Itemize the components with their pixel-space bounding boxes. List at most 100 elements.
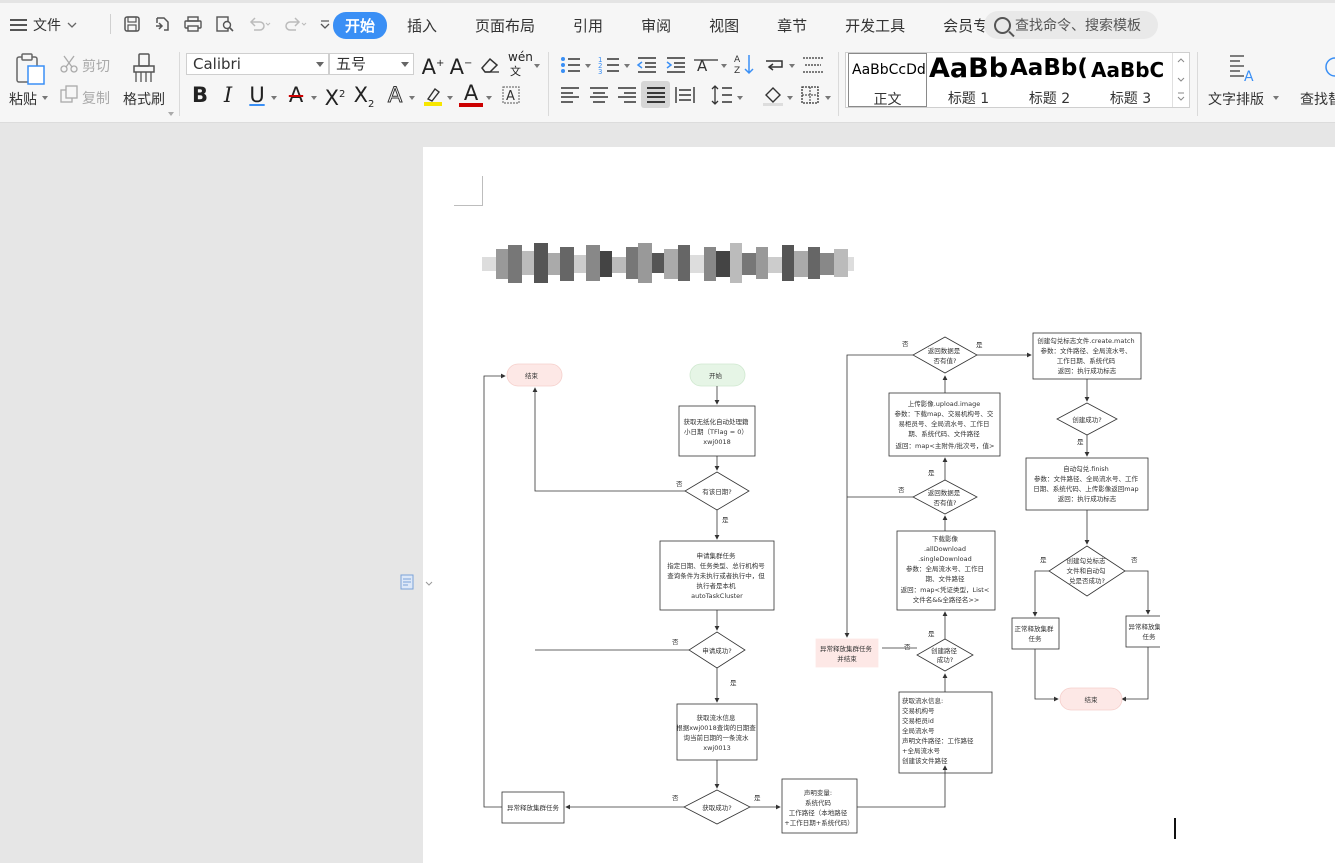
- font-name-select[interactable]: Calibri: [186, 53, 329, 75]
- yes-label: 是: [928, 469, 935, 477]
- end-terminal-label: 结束: [525, 371, 539, 380]
- find-replace-icon[interactable]: [1320, 54, 1335, 82]
- style-heading-1[interactable]: AaBb 标题 1: [929, 53, 1008, 107]
- format-painter-button[interactable]: 格式刷: [123, 89, 165, 109]
- cut-icon[interactable]: [59, 54, 79, 74]
- styles-scroll[interactable]: [1172, 53, 1189, 107]
- paste-icon[interactable]: [14, 52, 46, 86]
- font-size-select[interactable]: 五号: [329, 53, 414, 75]
- create-match-text: 创建勾兑标志文件.create.match 参数：文件路径、全局流水号、 工作日…: [1037, 336, 1136, 375]
- distribute-icon[interactable]: [674, 85, 696, 105]
- font-color-icon[interactable]: A: [459, 81, 483, 107]
- text-layout-button[interactable]: 文字排版: [1208, 89, 1264, 109]
- subscript-icon[interactable]: X2: [352, 83, 376, 117]
- undo-icon[interactable]: [247, 15, 271, 33]
- sort-icon[interactable]: AZ: [733, 52, 755, 76]
- svg-text:A: A: [506, 89, 515, 104]
- bullet-list-icon[interactable]: [559, 55, 583, 75]
- chevron-down-icon[interactable]: [486, 96, 492, 100]
- decrease-indent-icon[interactable]: [636, 55, 658, 75]
- shading-icon[interactable]: [761, 83, 785, 107]
- paragraph-mark-icon[interactable]: [400, 574, 414, 590]
- chevron-down-icon[interactable]: [42, 96, 48, 100]
- save-icon[interactable]: [123, 15, 141, 33]
- return-data-decision-2[interactable]: [912, 336, 978, 374]
- numbered-list-icon[interactable]: 123: [598, 55, 622, 75]
- highlight-icon[interactable]: [422, 85, 444, 107]
- command-search-input[interactable]: 查找命令、搜索模板: [984, 11, 1158, 39]
- superscript-icon[interactable]: X2: [323, 83, 347, 110]
- release-err-box[interactable]: [1125, 615, 1160, 648]
- shrink-font-icon[interactable]: A−: [449, 52, 473, 79]
- chevron-down-icon[interactable]: [409, 96, 415, 100]
- pinyin-guide-icon[interactable]: 文: [509, 65, 531, 77]
- chevron-down-icon[interactable]: [825, 96, 831, 100]
- tab-review[interactable]: 审阅: [641, 12, 671, 39]
- tab-references[interactable]: 引用: [573, 12, 603, 39]
- table-tab-icon[interactable]: [801, 55, 825, 75]
- window-tab-strip: [0, 0, 1335, 3]
- return-data-decision-1[interactable]: [912, 479, 978, 515]
- tab-page-layout[interactable]: 页面布局: [475, 12, 535, 39]
- customize-toolbar-icon[interactable]: [319, 15, 331, 33]
- create-path-decision[interactable]: [916, 638, 974, 672]
- tab-home[interactable]: 开始: [333, 12, 388, 39]
- declare-vars-text: 声明变量: 系统代码 工作路径（本地路径 +工作日期+系统代码）: [784, 788, 853, 827]
- release-ok-box[interactable]: [1011, 617, 1060, 650]
- find-replace-button[interactable]: 查找替: [1300, 89, 1335, 109]
- text-effect-icon[interactable]: A: [383, 83, 407, 108]
- copy-icon[interactable]: [59, 84, 79, 104]
- chevron-down-icon[interactable]: [737, 96, 743, 100]
- tab-insert[interactable]: 插入: [407, 12, 437, 39]
- chevron-down-icon[interactable]: [447, 96, 453, 100]
- redo-icon[interactable]: [283, 15, 307, 33]
- output-convert-icon[interactable]: [153, 15, 171, 33]
- chevron-down-icon[interactable]: [1273, 96, 1279, 100]
- borders-icon[interactable]: [800, 85, 820, 105]
- style-heading-3[interactable]: AaBbC 标题 3: [1091, 53, 1170, 107]
- chevron-down-icon[interactable]: [787, 96, 793, 100]
- copy-button[interactable]: 复制: [82, 88, 110, 108]
- bold-icon[interactable]: B: [188, 83, 212, 107]
- chevron-down-icon[interactable]: [585, 64, 591, 68]
- chevron-down-icon[interactable]: [721, 64, 727, 68]
- print-icon[interactable]: [183, 15, 203, 33]
- underline-icon[interactable]: U: [245, 83, 269, 107]
- italic-icon[interactable]: I: [216, 83, 240, 107]
- tab-section[interactable]: 章节: [777, 12, 807, 39]
- tab-view[interactable]: 视图: [709, 12, 739, 39]
- chevron-down-icon[interactable]: [534, 64, 540, 68]
- strikethrough-icon[interactable]: A: [284, 83, 308, 107]
- flowchart[interactable]: 结束 开始 获取无纸化自动处理籍 小日期（TFlag = 0） xwj0018 …: [480, 330, 1160, 840]
- justify-icon[interactable]: [645, 85, 667, 105]
- character-border-icon[interactable]: A: [501, 85, 521, 105]
- style-heading-2[interactable]: AaBb( 标题 2: [1010, 53, 1089, 107]
- chevron-down-icon[interactable]: [624, 64, 630, 68]
- chevron-down-icon: [316, 62, 324, 67]
- clipboard-expand-icon[interactable]: [168, 112, 174, 116]
- grow-font-icon[interactable]: A+: [421, 52, 445, 79]
- search-placeholder: 查找命令、搜索模板: [1015, 18, 1141, 34]
- chevron-down-icon[interactable]: [311, 96, 317, 100]
- align-left-icon[interactable]: [559, 85, 581, 105]
- chevron-down-icon[interactable]: [271, 96, 277, 100]
- cut-button[interactable]: 剪切: [82, 56, 110, 76]
- chevron-down-icon[interactable]: [789, 64, 795, 68]
- align-center-icon[interactable]: [588, 85, 610, 105]
- line-spacing-icon[interactable]: [711, 83, 733, 107]
- increase-indent-icon[interactable]: [665, 55, 687, 75]
- chevron-down-icon: [67, 22, 77, 28]
- format-painter-icon[interactable]: [130, 52, 158, 84]
- clear-format-icon[interactable]: [479, 55, 501, 75]
- show-hide-marks-icon[interactable]: [763, 55, 787, 75]
- print-preview-icon[interactable]: [215, 15, 235, 33]
- chevron-down-icon[interactable]: [425, 581, 433, 586]
- style-normal[interactable]: AaBbCcDd 正文: [848, 53, 927, 107]
- text-layout-icon[interactable]: A: [1228, 53, 1260, 83]
- align-right-icon[interactable]: [616, 85, 638, 105]
- home-ribbon: 粘贴 剪切 复制 格式刷 Calibri 五号 A+ A− wén 文 B I …: [0, 48, 1335, 123]
- text-direction-icon[interactable]: A: [693, 54, 719, 76]
- file-menu-button[interactable]: 文件: [10, 14, 77, 36]
- tab-developer[interactable]: 开发工具: [845, 12, 905, 39]
- paste-button[interactable]: 粘贴: [9, 89, 37, 109]
